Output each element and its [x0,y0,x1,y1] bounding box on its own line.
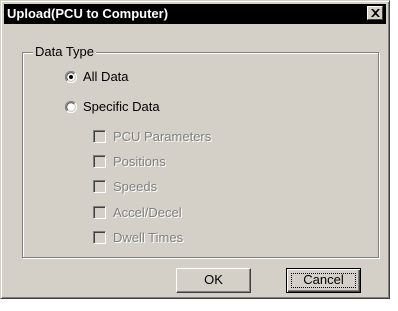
checkbox-label: Dwell Times [113,230,184,245]
cancel-button-label: Cancel [303,272,344,287]
cancel-button[interactable]: Cancel [286,268,361,293]
radio-selected-icon [65,71,77,83]
close-button[interactable] [367,6,383,20]
checkbox-label: Accel/Decel [113,205,182,220]
radio-all-data[interactable]: All Data [65,69,185,85]
groupbox-legend: Data Type [33,44,97,59]
checkbox-box-icon [93,206,106,219]
radio-specific-data[interactable]: Specific Data [65,99,205,115]
close-icon [371,9,380,17]
checkbox-speeds[interactable]: Speeds [93,179,233,195]
window-title: Upload(PCU to Computer) [7,6,169,21]
checkbox-box-icon [93,180,106,193]
ok-button-label: OK [204,272,223,287]
checkbox-label: Speeds [113,179,158,194]
radio-specific-data-label: Specific Data [83,99,160,114]
ok-button[interactable]: OK [176,268,251,293]
radio-all-data-label: All Data [83,69,129,84]
radio-unselected-icon [65,101,77,113]
checkbox-box-icon [93,130,106,143]
checkbox-accel-decel[interactable]: Accel/Decel [93,205,233,221]
checkbox-box-icon [93,155,106,168]
title-bar[interactable]: Upload(PCU to Computer) [4,4,386,24]
checkbox-box-icon [93,231,106,244]
checkbox-label: Positions [113,154,166,169]
checkbox-pcu-parameters[interactable]: PCU Parameters [93,129,233,145]
checkbox-positions[interactable]: Positions [93,154,233,170]
checkbox-dwell-times[interactable]: Dwell Times [93,230,233,246]
dialog-window: Upload(PCU to Computer) Data Type All Da… [0,0,390,299]
checkbox-label: PCU Parameters [113,129,212,144]
